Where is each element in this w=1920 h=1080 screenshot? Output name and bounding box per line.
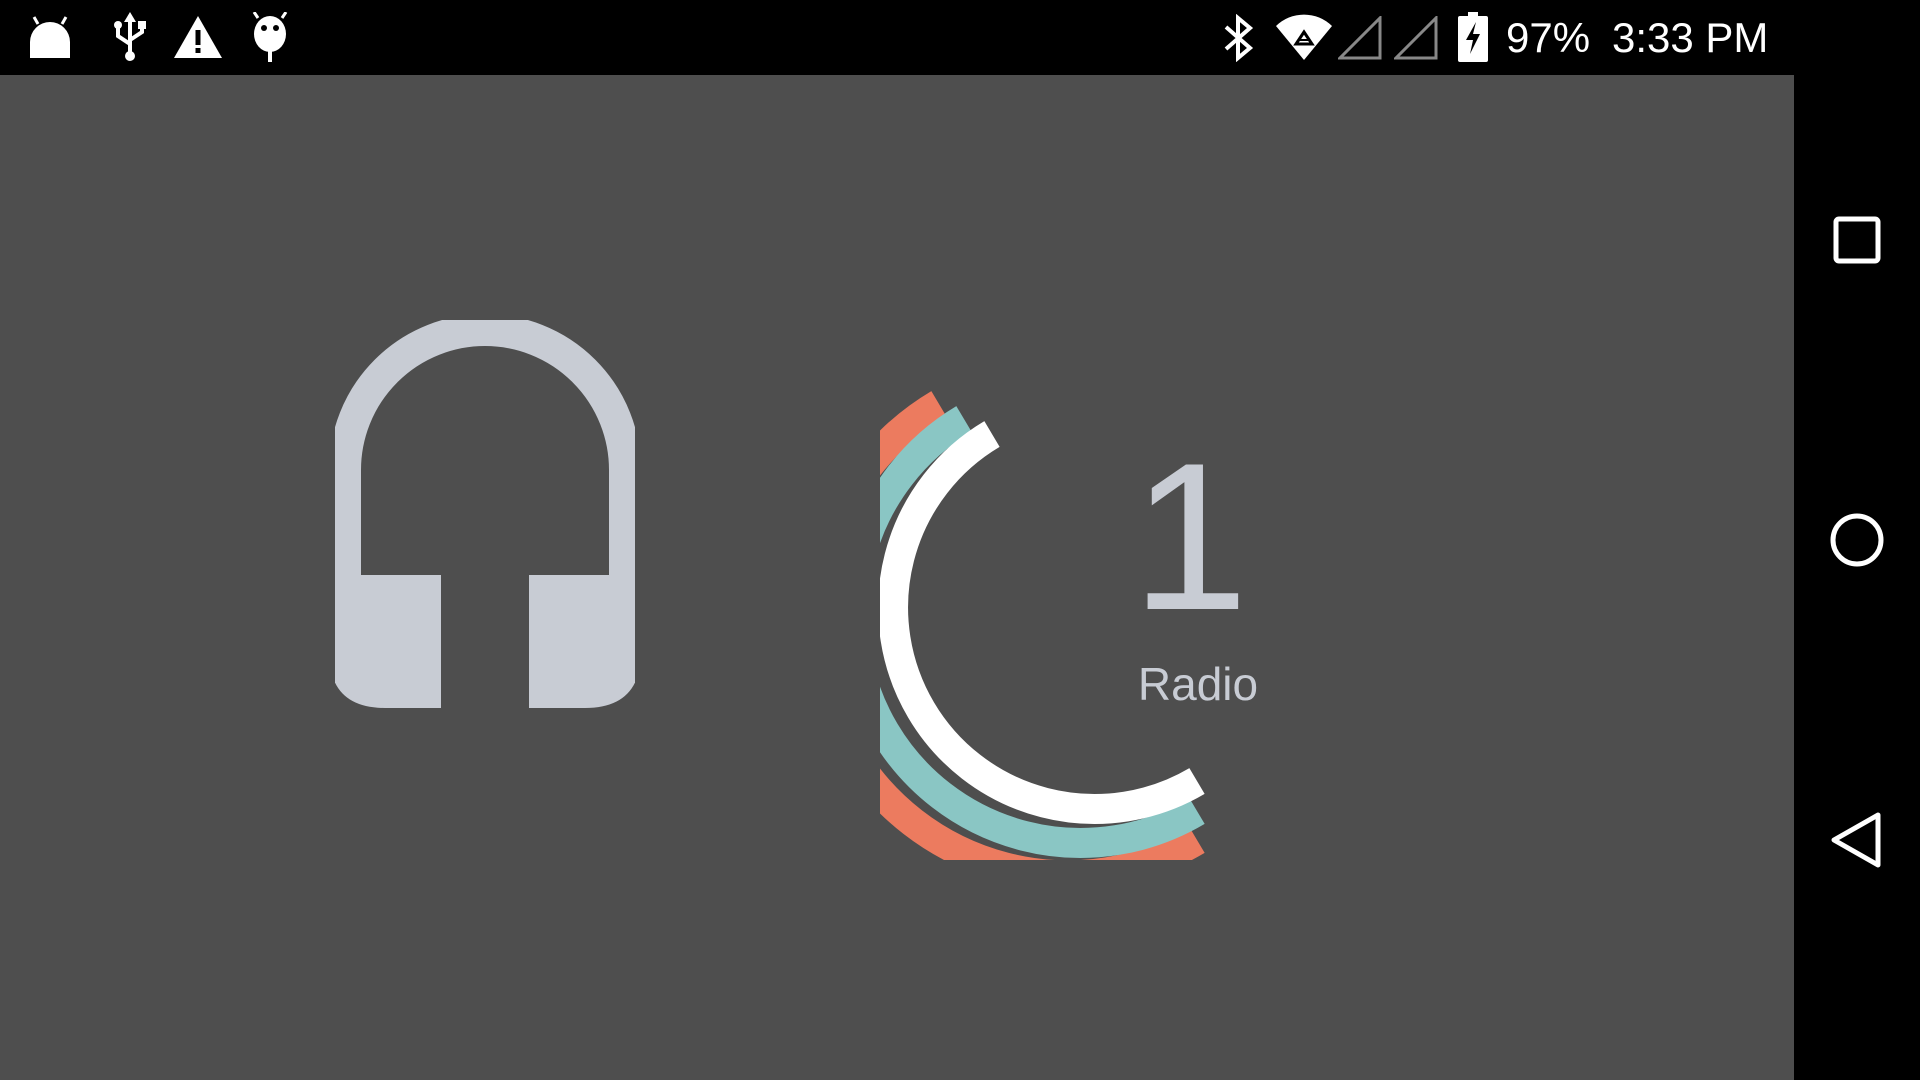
usb-icon [110,12,150,67]
headphones-icon[interactable] [329,314,641,715]
signal-empty-icon-2 [1392,14,1438,65]
recents-square-icon [1833,216,1881,264]
back-button[interactable] [1794,778,1920,904]
home-circle-icon [1830,513,1884,567]
warning-icon [174,16,222,65]
status-bar: 97% 3:33 PM [0,0,1920,75]
radio-station-number: 1 [1131,419,1249,654]
debug-bug-icon [252,11,288,67]
navigation-bar [1794,0,1920,1080]
radio-label: Radio [1137,658,1259,710]
recents-button[interactable] [1794,178,1920,304]
home-button[interactable] [1794,478,1920,604]
battery-charging-icon [1458,12,1488,67]
android-notification-icon [26,14,74,67]
signal-empty-icon [1336,14,1382,65]
battery-percent: 97% [1506,14,1591,61]
bluetooth-icon [1222,13,1256,67]
wifi-icon [1276,14,1332,65]
clock: 3:33 PM [1612,14,1769,61]
back-triangle-icon [1831,812,1881,868]
